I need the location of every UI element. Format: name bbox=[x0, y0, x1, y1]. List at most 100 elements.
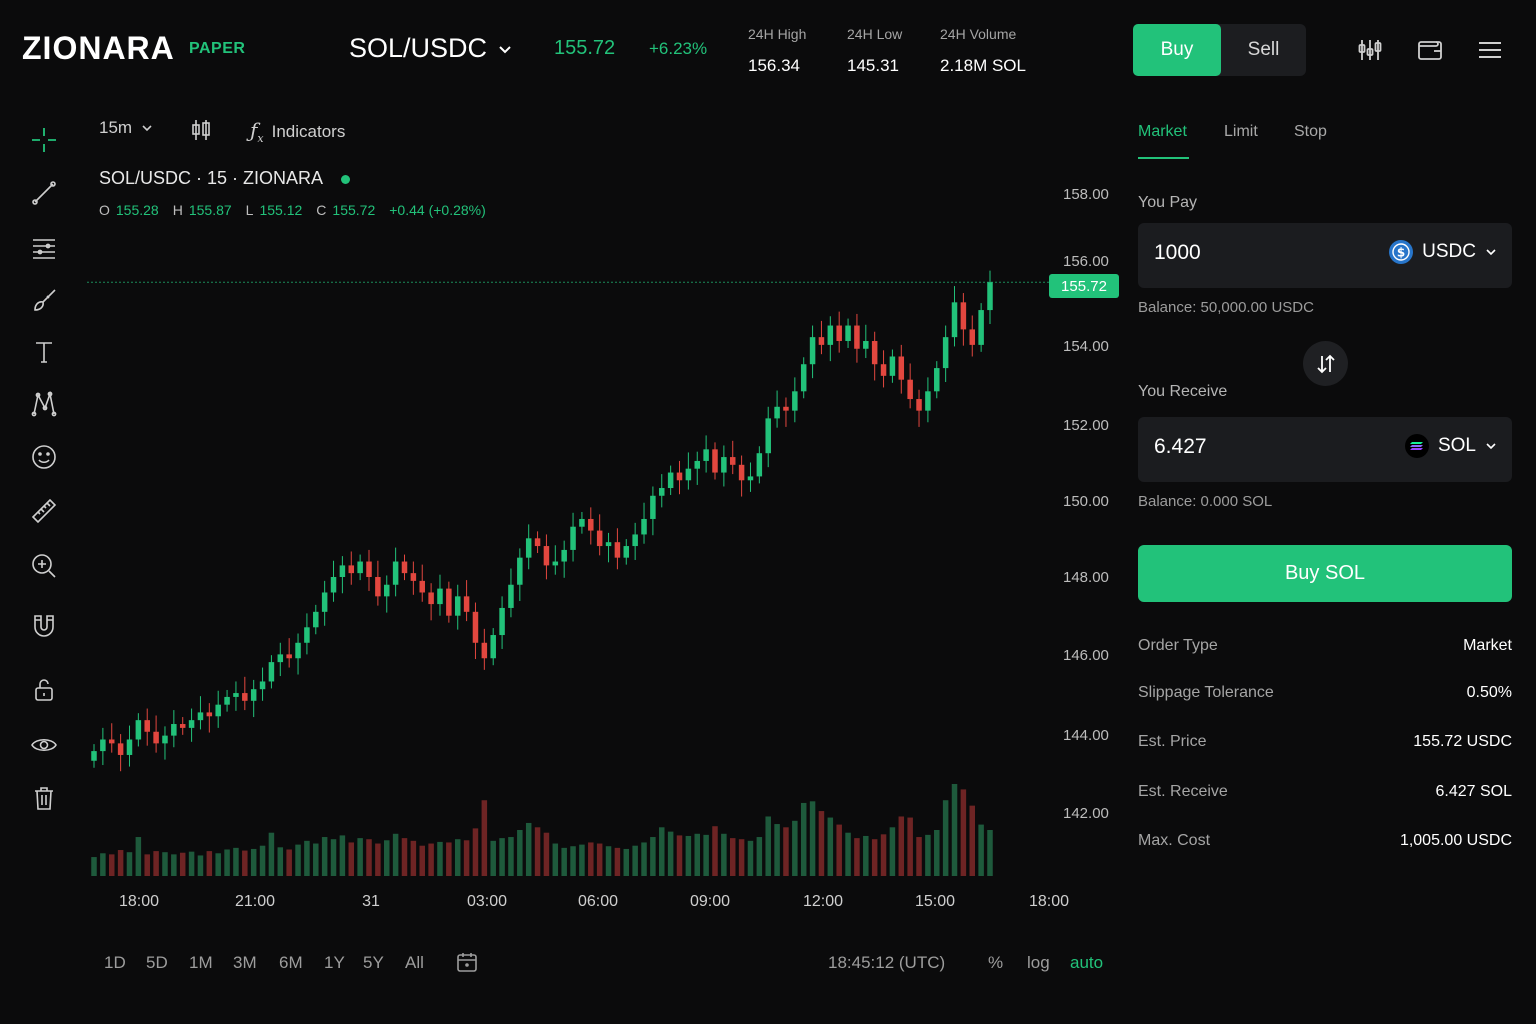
y-tick-label: 156.00 bbox=[1063, 253, 1109, 270]
range-3m[interactable]: 3M bbox=[233, 953, 257, 973]
range-5y[interactable]: 5Y bbox=[363, 953, 384, 973]
x-tick-label: 03:00 bbox=[466, 893, 508, 910]
candle-body bbox=[250, 689, 257, 701]
y-tick-label: 142.00 bbox=[1063, 805, 1109, 822]
candle-body bbox=[667, 472, 674, 489]
candle-body bbox=[588, 518, 594, 531]
volume-bar bbox=[916, 837, 922, 876]
candle-body bbox=[756, 453, 763, 477]
candle-body bbox=[800, 364, 807, 392]
candle-body bbox=[783, 406, 789, 411]
range-5d[interactable]: 5D bbox=[146, 953, 168, 973]
volume-bar bbox=[188, 851, 195, 876]
detail-value: Market bbox=[1463, 637, 1512, 654]
receive-amount-input[interactable] bbox=[1154, 435, 1354, 459]
candle-body bbox=[650, 495, 656, 519]
volume-bar bbox=[446, 842, 452, 876]
pay-amount-input[interactable] bbox=[1154, 241, 1354, 265]
volume-bar bbox=[91, 857, 97, 876]
volume-bar bbox=[534, 827, 541, 876]
candle-body bbox=[747, 476, 754, 481]
candle-body bbox=[534, 538, 541, 547]
volume-bar bbox=[614, 847, 621, 876]
candle-body bbox=[454, 596, 461, 616]
range-1y[interactable]: 1Y bbox=[324, 953, 345, 973]
volume-bar bbox=[623, 848, 630, 876]
price-chart[interactable] bbox=[0, 0, 1536, 1024]
candle-body bbox=[827, 325, 834, 345]
tab-active-underline bbox=[1138, 157, 1189, 159]
detail-key: Order Type bbox=[1138, 637, 1218, 654]
volume-bar bbox=[641, 842, 647, 876]
pay-token-selector[interactable]: $ USDC bbox=[1388, 239, 1498, 265]
candle-body bbox=[197, 712, 204, 721]
volume-bar bbox=[259, 845, 266, 876]
volume-bar bbox=[304, 840, 310, 876]
candle-body bbox=[854, 325, 860, 349]
buy-sol-button[interactable]: Buy SOL bbox=[1138, 545, 1512, 602]
volume-bar bbox=[454, 839, 461, 876]
auto-toggle[interactable]: auto bbox=[1070, 953, 1103, 973]
volume-bar bbox=[960, 789, 967, 876]
candle-body bbox=[517, 557, 523, 585]
tab-market[interactable]: Market bbox=[1138, 123, 1187, 141]
volume-bar bbox=[321, 837, 328, 876]
log-toggle[interactable]: log bbox=[1027, 953, 1050, 973]
volume-bar bbox=[800, 802, 807, 876]
detail-key: Est. Receive bbox=[1138, 783, 1228, 800]
volume-bar bbox=[792, 820, 798, 876]
x-tick-label: 06:00 bbox=[577, 893, 619, 910]
candle-body bbox=[206, 712, 213, 717]
candle-body bbox=[295, 642, 301, 659]
receive-balance: Balance: 0.000 SOL bbox=[1138, 493, 1273, 510]
volume-bar bbox=[889, 827, 896, 876]
volume-bar bbox=[490, 840, 496, 876]
tab-stop[interactable]: Stop bbox=[1294, 123, 1327, 141]
range-all[interactable]: All bbox=[405, 953, 424, 973]
volume-bar bbox=[117, 850, 124, 876]
candle-body bbox=[694, 460, 700, 469]
x-tick-label: 15:00 bbox=[914, 893, 956, 910]
volume-bar bbox=[410, 840, 417, 876]
chevron-down-icon bbox=[1486, 443, 1496, 450]
candle-body bbox=[614, 542, 621, 558]
volume-bar bbox=[463, 840, 470, 876]
tab-limit[interactable]: Limit bbox=[1224, 123, 1258, 141]
volume-bar bbox=[375, 843, 381, 876]
candle-body bbox=[215, 704, 221, 717]
volume-bar bbox=[144, 854, 150, 876]
candle-body bbox=[259, 681, 266, 690]
volume-bar bbox=[907, 817, 913, 876]
y-tick-label: 146.00 bbox=[1063, 647, 1109, 664]
receive-token-selector[interactable]: SOL bbox=[1404, 433, 1498, 459]
volume-bar bbox=[667, 831, 674, 876]
volume-bar bbox=[774, 824, 780, 876]
candle-body bbox=[428, 592, 434, 605]
range-6m[interactable]: 6M bbox=[279, 953, 303, 973]
sol-icon bbox=[1404, 434, 1429, 458]
range-1m[interactable]: 1M bbox=[189, 953, 213, 973]
detail-row-slippage: Slippage Tolerance 0.50% bbox=[1138, 684, 1512, 702]
utc-clock: 18:45:12 (UTC) bbox=[828, 953, 946, 972]
candle-body bbox=[685, 468, 692, 481]
candle-body bbox=[916, 399, 922, 411]
volume-bar bbox=[295, 844, 301, 876]
candle-body bbox=[499, 607, 505, 636]
percent-toggle[interactable]: % bbox=[988, 953, 1003, 973]
candle-body bbox=[729, 457, 736, 465]
calendar-icon[interactable] bbox=[456, 951, 478, 978]
volume-bar bbox=[845, 832, 851, 876]
volume-bar bbox=[499, 838, 505, 876]
volume-bar bbox=[179, 852, 186, 876]
range-1d[interactable]: 1D bbox=[104, 953, 126, 973]
volume-bar bbox=[942, 800, 949, 876]
pay-balance: Balance: 50,000.00 USDC bbox=[1138, 299, 1314, 316]
volume-bar bbox=[605, 846, 612, 876]
swap-direction-button[interactable] bbox=[1303, 341, 1348, 386]
candle-body bbox=[313, 611, 319, 628]
candle-body bbox=[596, 530, 603, 547]
candle-body bbox=[188, 720, 195, 728]
y-tick-label: 144.00 bbox=[1063, 727, 1109, 744]
candle-body bbox=[951, 302, 958, 338]
candle-body bbox=[375, 577, 381, 597]
